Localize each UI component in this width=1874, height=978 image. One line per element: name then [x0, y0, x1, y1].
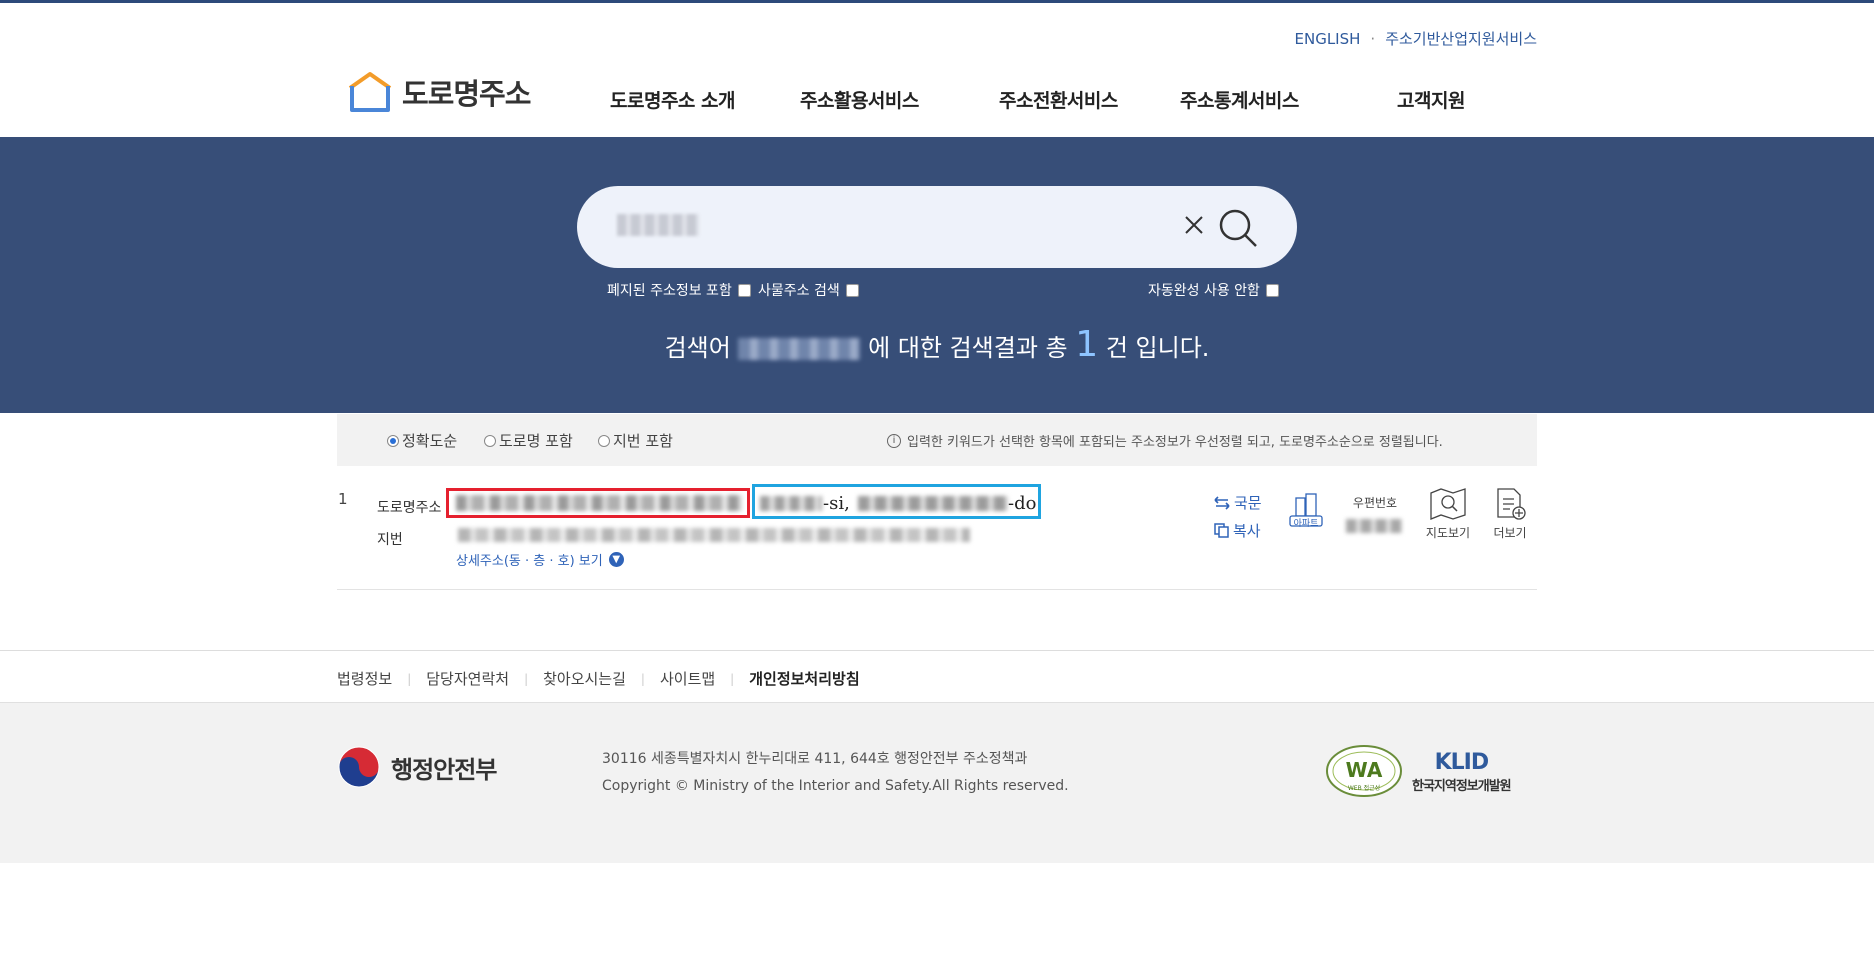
- main-navigation: 도로명주소 소개 주소활용서비스 주소전환서비스 주소통계서비스 고객지원: [0, 86, 1874, 116]
- sort-label: 지번 포함: [613, 432, 673, 450]
- klid-logo[interactable]: KLID 한국지역정보개발원: [1412, 750, 1512, 794]
- option-label: 자동완성 사용 안함: [1148, 283, 1260, 299]
- disable-autocomplete-checkbox[interactable]: [1265, 283, 1279, 297]
- nav-item-utilization[interactable]: 주소활용서비스: [800, 86, 919, 113]
- search-input-value-redacted: [617, 214, 699, 236]
- footer-separator: |: [640, 671, 645, 686]
- result-divider: [337, 589, 1537, 590]
- more-button[interactable]: 더보기: [1490, 487, 1530, 541]
- nav-item-intro[interactable]: 도로명주소 소개: [610, 86, 735, 113]
- include-abolished-checkbox[interactable]: [737, 283, 751, 297]
- clear-search-button[interactable]: [1180, 210, 1208, 240]
- footer-separator: |: [524, 671, 529, 686]
- sort-note: i 입력한 키워드가 선택한 항목에 포함되는 주소정보가 우선정렬 되고, 도…: [887, 431, 1443, 450]
- map-view-label: 지도보기: [1425, 526, 1471, 540]
- footer-links: 법령정보 | 담당자연락처 | 찾아오시는길 | 사이트맵 | 개인정보처리방침: [337, 668, 860, 689]
- nav-item-statistics[interactable]: 주소통계서비스: [1180, 86, 1299, 113]
- footer-copyright: Copyright © Ministry of the Interior and…: [602, 778, 1069, 794]
- footer-link-sitemap[interactable]: 사이트맵: [660, 668, 715, 689]
- industry-support-link[interactable]: 주소기반산업지원서비스: [1385, 28, 1537, 49]
- ministry-logo[interactable]: 행정안전부: [337, 745, 497, 789]
- nav-item-conversion[interactable]: 주소전환서비스: [999, 86, 1118, 113]
- option-label: 폐지된 주소정보 포함: [607, 283, 732, 299]
- web-accessibility-mark: WA WEB 접근성: [1325, 744, 1403, 798]
- radio-icon: [598, 434, 610, 447]
- korean-address-button[interactable]: 국문: [1214, 492, 1262, 513]
- footer-link-law[interactable]: 법령정보: [337, 668, 392, 689]
- map-search-icon: [1430, 488, 1466, 520]
- copy-button[interactable]: 복사: [1214, 520, 1261, 541]
- radio-selected-icon: [387, 434, 399, 447]
- sort-label: 정확도순: [402, 432, 458, 450]
- copy-label: 복사: [1233, 522, 1261, 540]
- road-address-red-highlight: [446, 488, 750, 518]
- jibun-label: 지번: [377, 532, 403, 548]
- util-separator: ·: [1370, 29, 1376, 48]
- postal-code: 우편번호: [1346, 494, 1404, 533]
- postal-code-label: 우편번호: [1352, 496, 1398, 510]
- sort-road-name[interactable]: 도로명 포함: [484, 430, 573, 451]
- postal-code-value-redacted: [1346, 519, 1402, 533]
- footer-divider: [0, 650, 1874, 651]
- option-include-abolished[interactable]: 폐지된 주소정보 포함: [607, 280, 751, 300]
- road-address-blue-highlight: [752, 484, 1041, 519]
- wa-label: WA: [1346, 758, 1383, 782]
- result-index: 1: [338, 490, 348, 508]
- info-icon: i: [887, 433, 901, 448]
- radio-icon: [484, 434, 496, 447]
- search-hero: [0, 137, 1874, 413]
- road-address-label: 도로명주소: [377, 500, 442, 516]
- close-icon: [1185, 216, 1203, 234]
- object-address-checkbox[interactable]: [845, 283, 859, 297]
- map-view-button[interactable]: 지도보기: [1424, 487, 1472, 541]
- footer-address: 30116 세종특별자치시 한누리대로 411, 644호 행정안전부 주소정책…: [602, 751, 1028, 767]
- search-button[interactable]: [1216, 206, 1260, 250]
- summary-mid: 에 대한 검색결과 총: [868, 334, 1068, 362]
- sort-label: 도로명 포함: [499, 432, 573, 450]
- detail-address-label: 상세주소(동 · 층 · 호) 보기: [456, 554, 603, 569]
- footer-link-contact[interactable]: 담당자연락처: [426, 668, 509, 689]
- option-disable-autocomplete[interactable]: 자동완성 사용 안함: [1148, 280, 1279, 300]
- nav-item-support[interactable]: 고객지원: [1397, 86, 1465, 113]
- utility-links: ENGLISH · 주소기반산업지원서비스: [1295, 28, 1538, 49]
- apartment-label: 아파트: [1293, 519, 1319, 529]
- chevron-down-icon: ▼: [608, 552, 624, 567]
- top-accent-line: [0, 0, 1874, 3]
- klid-subtitle: 한국지역정보개발원: [1412, 779, 1512, 794]
- wa-certification-icon: WA WEB 접근성: [1326, 745, 1402, 797]
- taegeuk-emblem-icon: [338, 746, 380, 788]
- document-plus-icon: [1497, 488, 1526, 520]
- search-icon: [1219, 209, 1257, 247]
- option-object-address[interactable]: 사물주소 검색: [758, 280, 859, 300]
- result-summary: 검색어 에 대한 검색결과 총 1 건 입니다.: [0, 324, 1874, 365]
- result-count: 1: [1075, 324, 1099, 365]
- apartment-badge[interactable]: 아파트: [1288, 492, 1324, 531]
- sort-accuracy[interactable]: 정확도순: [387, 430, 457, 451]
- english-link[interactable]: ENGLISH: [1295, 30, 1361, 48]
- more-label: 더보기: [1493, 526, 1527, 540]
- summary-prefix: 검색어: [664, 334, 731, 362]
- option-label: 사물주소 검색: [758, 283, 840, 299]
- sort-note-text: 입력한 키워드가 선택한 항목에 포함되는 주소정보가 우선정렬 되고, 도로명…: [907, 435, 1443, 450]
- summary-keyword-redacted: [738, 338, 861, 360]
- klid-name: KLID: [1434, 750, 1490, 775]
- wa-sub-label: WEB 접근성: [1348, 784, 1380, 792]
- ministry-name: 행정안전부: [391, 755, 497, 784]
- jibun-address-redacted: [458, 528, 970, 542]
- sort-jibun[interactable]: 지번 포함: [598, 430, 673, 451]
- swap-icon: [1214, 495, 1230, 510]
- footer-link-directions[interactable]: 찾아오시는길: [543, 668, 626, 689]
- detail-address-link[interactable]: 상세주소(동 · 층 · 호) 보기 ▼: [456, 550, 624, 569]
- footer-separator: |: [407, 671, 412, 686]
- copy-icon: [1214, 523, 1229, 538]
- summary-suffix: 건 입니다.: [1105, 334, 1210, 362]
- korean-label: 국문: [1234, 494, 1262, 512]
- footer-link-privacy[interactable]: 개인정보처리방침: [749, 668, 859, 689]
- footer-separator: |: [730, 671, 735, 686]
